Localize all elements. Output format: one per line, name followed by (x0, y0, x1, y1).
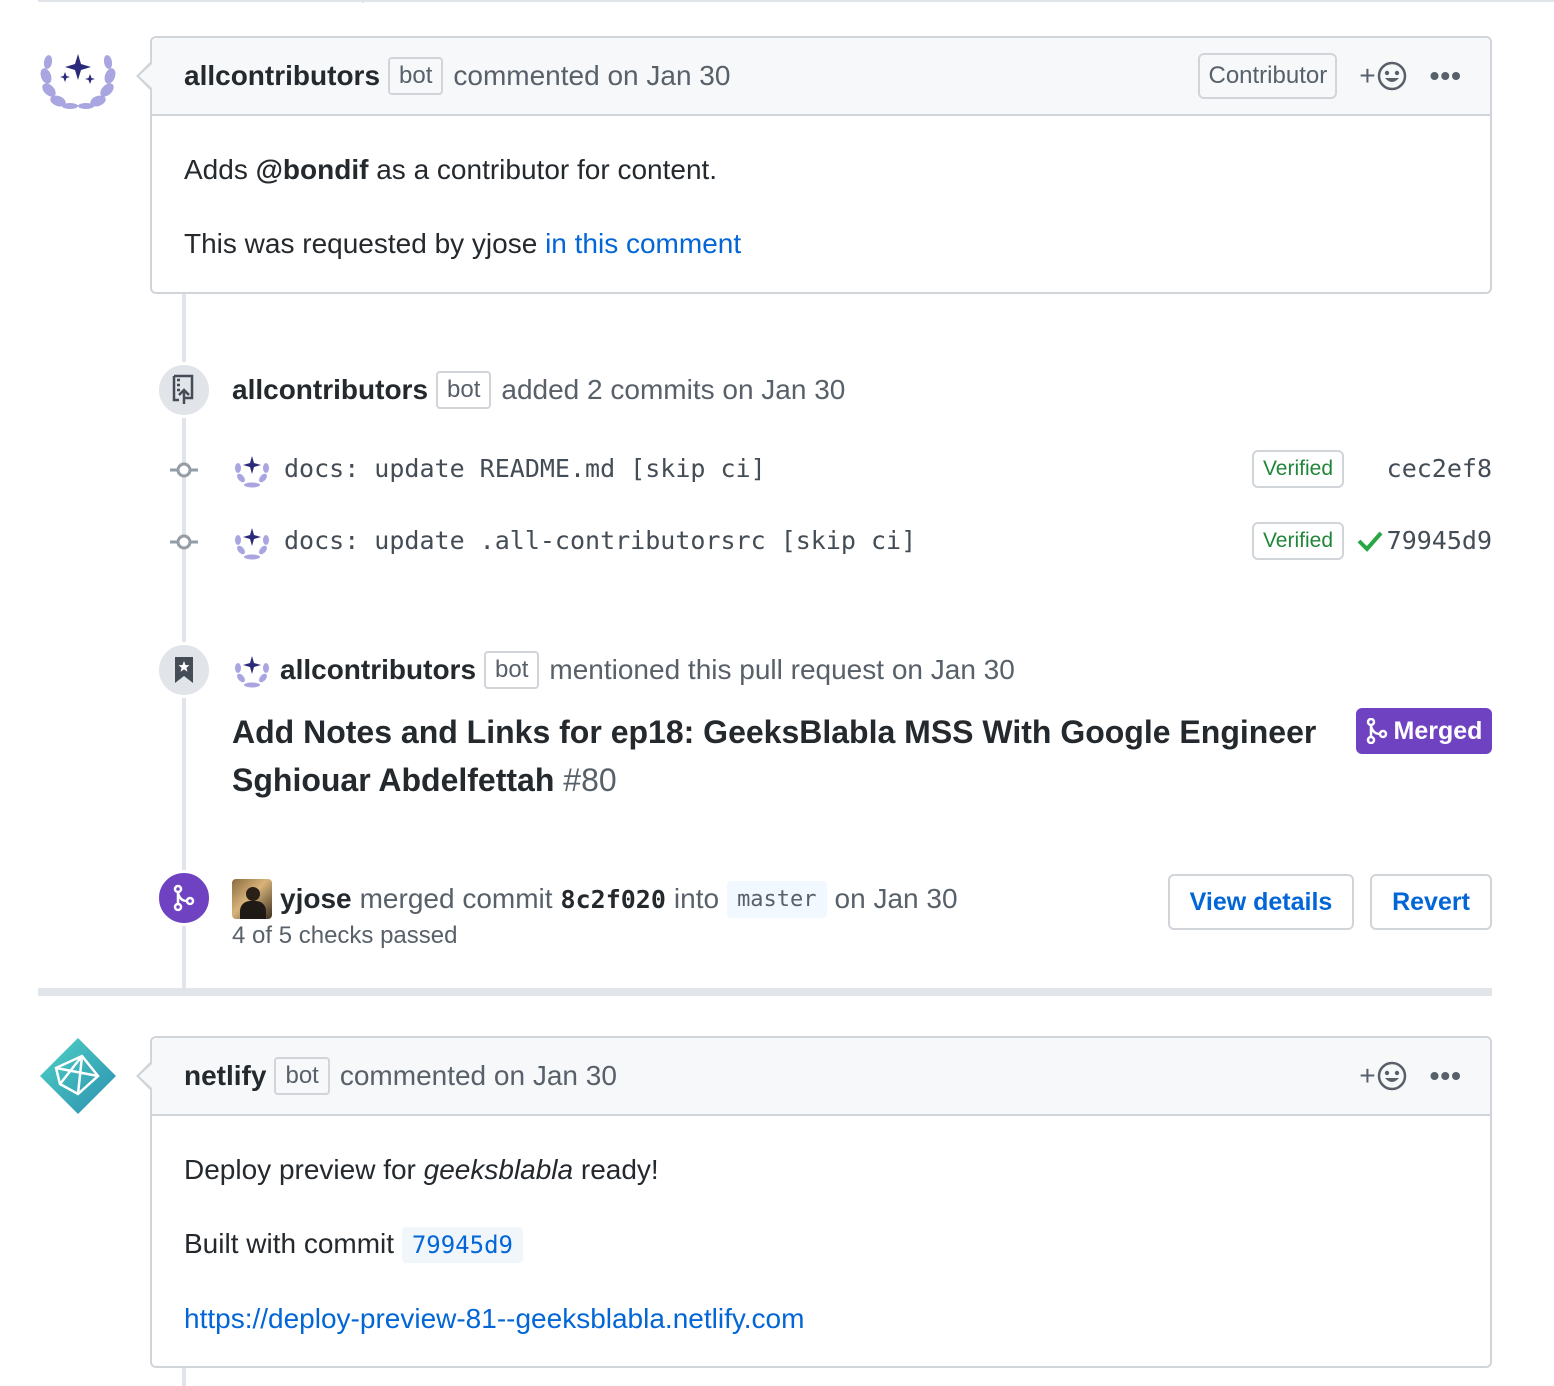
timeline-divider (38, 988, 1492, 996)
bookmark-icon (175, 657, 193, 683)
body-text: Adds (184, 154, 256, 185)
mention-event-header: allcontributors bot mentioned this pull … (232, 650, 1015, 690)
merge-text: merged commit (359, 883, 553, 914)
merge-commit-sha[interactable]: 8c2f020 (561, 885, 666, 914)
bookmark-badge (156, 642, 212, 698)
commit-dot-icon (170, 462, 198, 478)
comment-author[interactable]: allcontributors (184, 60, 380, 92)
comment-action[interactable]: commented on Jan 30 (340, 1060, 617, 1092)
merge-text: into (673, 883, 720, 914)
commit-message[interactable]: docs: update .all-contributorsrc [skip c… (284, 526, 916, 555)
comment-header: netlify bot commented on Jan 30 + ••• (136, 1038, 1490, 1116)
merger-name[interactable]: yjose (280, 883, 352, 915)
active-tab-indicator (38, 0, 364, 3)
referenced-pr-title[interactable]: Add Notes and Links for ep18: GeeksBlabl… (232, 708, 1322, 804)
allcontributors-avatar[interactable] (38, 46, 118, 126)
deploy-preview-link[interactable]: https://deploy-preview-81--geeksblabla.n… (184, 1303, 804, 1334)
commit-author-avatar[interactable] (232, 522, 272, 562)
comment-paragraph: Built with commit 79945d9 (184, 1224, 1458, 1265)
commit-sha[interactable]: cec2ef8 (1387, 454, 1492, 483)
bot-label: bot (436, 371, 492, 409)
merge-icon (1366, 718, 1387, 744)
comment-paragraph: This was requested by yjose in this comm… (184, 224, 1458, 264)
event-author[interactable]: allcontributors (280, 654, 476, 686)
commit-message[interactable]: docs: update README.md [skip ci] (284, 454, 766, 483)
comment-body: Deploy preview for geeksblabla ready! Bu… (152, 1116, 1490, 1371)
plus-text: + (1359, 60, 1376, 91)
merged-status-badge: Merged (1356, 708, 1492, 754)
comment-allcontributors: allcontributors bot commented on Jan 30 … (136, 36, 1492, 296)
built-commit-sha[interactable]: 79945d9 (401, 1227, 523, 1263)
verified-badge[interactable]: Verified (1251, 522, 1344, 560)
commit-author-avatar[interactable] (232, 450, 272, 490)
merge-badge (156, 870, 212, 926)
comment-link[interactable]: in this comment (545, 228, 741, 259)
comment-body: Adds @bondif as a contributor for conten… (152, 116, 1490, 296)
mention-author-avatar[interactable] (232, 650, 272, 690)
plus-text: + (1359, 1060, 1376, 1091)
commit-sha[interactable]: 79945d9 (1387, 526, 1492, 555)
contributor-label: Contributor (1198, 53, 1338, 99)
verified-badge[interactable]: Verified (1251, 450, 1344, 488)
add-reaction-button[interactable]: + (1359, 60, 1407, 92)
body-text: as a contributor for content. (368, 154, 718, 185)
repo-push-badge (156, 362, 212, 418)
netlify-avatar[interactable] (38, 1036, 118, 1116)
event-author[interactable]: allcontributors (232, 374, 428, 406)
pr-title-text[interactable]: Add Notes and Links for ep18: GeeksBlabl… (232, 714, 1316, 798)
commit-row: docs: update .all-contributorsrc [skip c… (166, 522, 1492, 562)
comment-paragraph: Adds @bondif as a contributor for conten… (184, 150, 1458, 190)
comment-paragraph: https://deploy-preview-81--geeksblabla.n… (184, 1299, 1458, 1339)
smiley-icon (1377, 61, 1406, 91)
comment-header: allcontributors bot commented on Jan 30 … (136, 38, 1490, 116)
checks-status[interactable]: 4 of 5 checks passed (232, 922, 457, 950)
body-text: ready! (573, 1154, 659, 1185)
commit-row: docs: update README.md [skip ci] Verifie… (166, 450, 1492, 490)
tab-underline (38, 0, 1554, 4)
view-details-button[interactable]: View details (1168, 874, 1354, 930)
merger-avatar[interactable] (232, 879, 272, 919)
comment-author[interactable]: netlify (184, 1060, 266, 1092)
branch-name[interactable]: master (727, 880, 827, 918)
comment-paragraph: Deploy preview for geeksblabla ready! (184, 1150, 1458, 1190)
merge-event-header: yjose merged commit 8c2f020 into master … (232, 878, 958, 920)
more-options-button[interactable]: ••• (1430, 60, 1462, 92)
merge-text: on Jan 30 (834, 883, 958, 914)
bot-label: bot (388, 57, 444, 95)
body-text: This was requested by yjose (184, 228, 546, 259)
body-text: Deploy preview for (184, 1154, 424, 1185)
event-action: added 2 commits on Jan 30 (501, 374, 846, 405)
comment-action[interactable]: commented on Jan 30 (453, 60, 730, 92)
merged-label: Merged (1393, 716, 1483, 745)
repo-push-icon (172, 374, 194, 404)
body-text: Built with commit (184, 1228, 402, 1259)
site-name: geeksblabla (423, 1154, 574, 1185)
more-options-button[interactable]: ••• (1430, 1060, 1462, 1092)
comment-netlify: netlify bot commented on Jan 30 + ••• De… (136, 1036, 1492, 1371)
revert-button[interactable]: Revert (1370, 874, 1492, 930)
pr-number[interactable]: #80 (563, 762, 616, 798)
commit-dot-icon (170, 534, 198, 550)
check-icon[interactable] (1356, 526, 1384, 554)
merge-icon (173, 884, 195, 912)
smiley-icon (1377, 1061, 1406, 1091)
user-mention[interactable]: @bondif (256, 154, 369, 185)
bot-label: bot (274, 1057, 330, 1095)
event-action: mentioned this pull request on Jan 30 (549, 654, 1015, 685)
bot-label: bot (484, 651, 540, 689)
add-reaction-button[interactable]: + (1359, 1060, 1407, 1092)
commits-event-header: allcontributors bot added 2 commits on J… (232, 370, 845, 410)
